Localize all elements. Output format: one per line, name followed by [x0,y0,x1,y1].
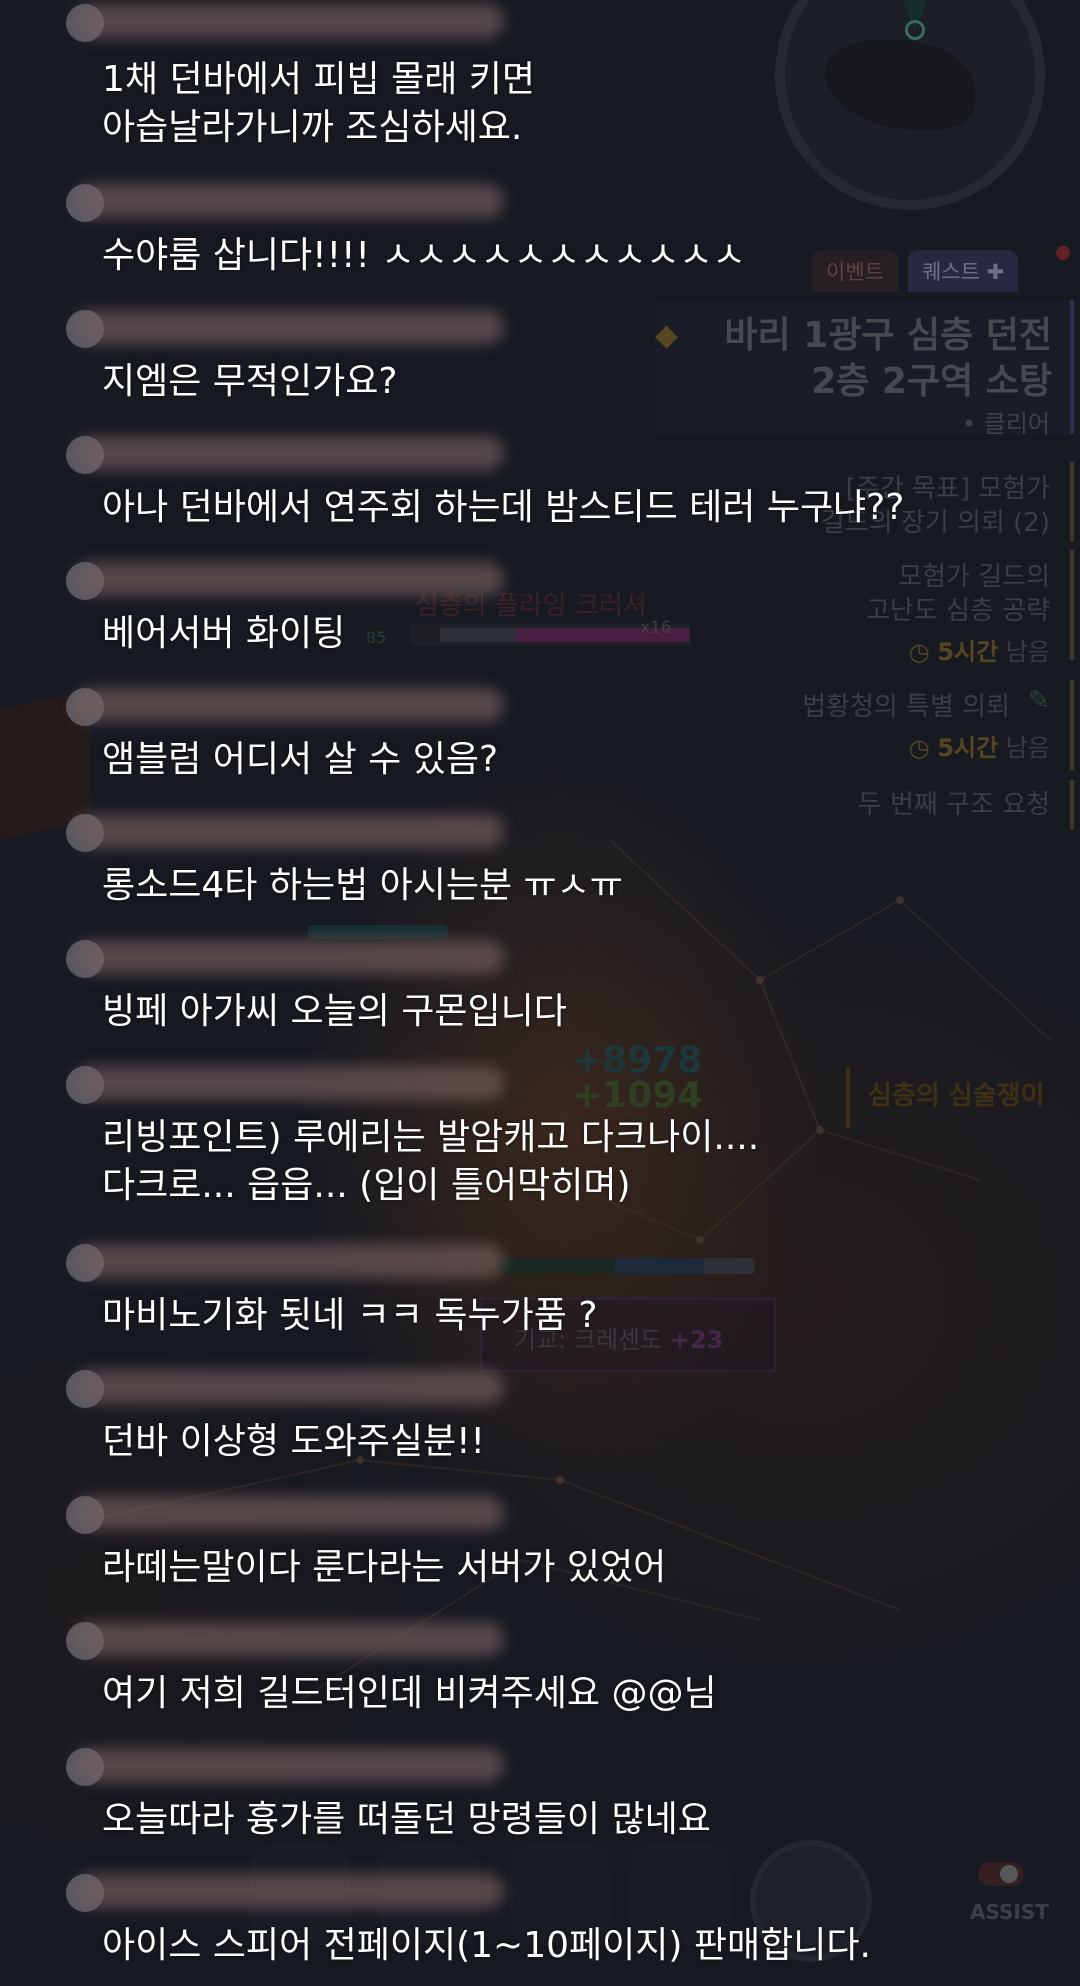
chat-message-text: 빙페 아가씨 오늘의 구몬입니다 [102,991,567,1032]
redacted-sender-name [74,1748,504,1782]
sender-header [30,1366,504,1408]
sender-header [30,0,504,42]
sender-header [30,180,504,222]
redacted-sender-name [74,1496,504,1530]
redacted-sender-name [74,562,504,596]
sender-header [30,684,504,726]
chat-message-text: 아나 던바에서 연주회 하는데 밤스티드 테러 누구냐?? [102,487,905,528]
sender-header [30,936,504,978]
chat-message-text: 아이스 스피어 전페이지(1~10페이지) 판매합니다. [102,1925,871,1966]
sender-header [30,1618,504,1660]
chat-message-text: 1채 던바에서 피빕 몰래 키면 아습날라가니까 조심하세요. [102,59,535,148]
redacted-sender-name [74,1244,504,1278]
sender-header [30,1240,504,1282]
chat-message-text: 리빙포인트) 루에리는 발암캐고 다크나이.... 다크로... 읍읍... (… [102,1117,760,1206]
chat-message-text: 던바 이상형 도와주실분!! [102,1421,485,1462]
chat-message-text: 앰블럼 어디서 살 수 있음? [102,739,499,780]
sender-header [30,1870,504,1912]
chat-feed: 1채 던바에서 피빕 몰래 키면 아습날라가니까 조심하세요. 수야룸 삽니다!… [0,0,1080,1986]
sender-header [30,1062,504,1104]
chat-message-text: 마비노기화 됫네 ㅋㅋ 독누가품 ? [102,1295,598,1336]
chat-message-text: 여기 저희 길드터인데 비켜주세요 @@님 [102,1673,717,1714]
redacted-sender-name [74,940,504,974]
redacted-sender-name [74,1370,504,1404]
sender-header [30,1744,504,1786]
sender-header [30,810,504,852]
redacted-sender-name [74,4,504,38]
redacted-sender-name [74,310,504,344]
redacted-sender-name [74,1066,504,1100]
redacted-sender-name [74,1874,504,1908]
sender-header [30,432,504,474]
chat-message-text: 베어서버 화이팅 [102,613,346,654]
chat-message-text: 오늘따라 흉가를 떠돌던 망령들이 많네요 [102,1799,711,1840]
redacted-sender-name [74,1622,504,1656]
redacted-sender-name [74,184,504,218]
chat-message-text: 수야룸 삽니다!!!! ㅅㅅㅅㅅㅅㅅㅅㅅㅅㅅㅅ [102,235,746,276]
sender-header [30,1492,504,1534]
chat-message-text: 라떼는말이다 룬다라는 서버가 있었어 [102,1547,667,1588]
chat-message-text: 지엠은 무적인가요? [102,361,398,402]
sender-header [30,306,504,348]
chat-message-text: 롱소드4타 하는법 아시는분 ㅠㅅㅠ [102,865,623,906]
redacted-sender-name [74,436,504,470]
redacted-sender-name [74,688,504,722]
sender-header [30,558,504,600]
redacted-sender-name [74,814,504,848]
